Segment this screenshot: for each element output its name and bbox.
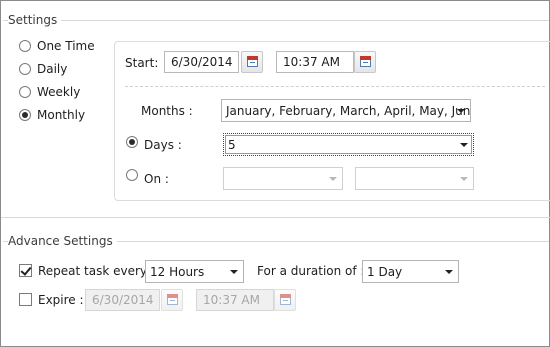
expire-time-picker-button[interactable] (274, 289, 296, 311)
chevron-down-icon (329, 177, 337, 181)
months-dropdown-value: January, February, March, April, May, Ju… (226, 104, 471, 118)
chevron-down-icon (445, 270, 453, 274)
radio-one-time[interactable] (19, 40, 31, 52)
repeat-interval-dropdown[interactable]: 12 Hours (145, 260, 244, 283)
radio-daily[interactable] (19, 63, 31, 75)
duration-label: For a duration of : (257, 264, 365, 278)
chevron-down-icon (457, 109, 465, 113)
scheduler-dialog: Settings One Time Daily Weekly Monthly S… (0, 0, 550, 347)
section-divider (1, 217, 550, 218)
on-week-dropdown[interactable] (223, 167, 343, 190)
radio-on[interactable] (126, 169, 138, 181)
advance-group-title: Advance Settings (8, 234, 117, 248)
chevron-down-icon (460, 177, 468, 181)
days-label: Days : (144, 138, 182, 152)
radio-monthly-label: Monthly (37, 108, 86, 122)
start-date-field[interactable]: 6/30/2014 (164, 51, 239, 73)
radio-weekly[interactable] (19, 86, 31, 98)
calendar-icon (247, 56, 258, 67)
start-date-picker-button[interactable] (241, 51, 263, 73)
duration-dropdown[interactable]: 1 Day (362, 260, 459, 283)
days-dropdown-value: 5 (228, 138, 236, 152)
expire-date-field[interactable]: 6/30/2014 (85, 289, 160, 311)
repeat-label: Repeat task every : (38, 264, 155, 278)
radio-monthly[interactable] (19, 109, 31, 121)
expire-label: Expire : (38, 293, 84, 307)
months-label: Months : (141, 104, 193, 118)
on-day-dropdown[interactable] (355, 167, 474, 190)
chevron-down-icon (230, 270, 238, 274)
duration-value: 1 Day (367, 265, 403, 279)
expire-checkbox[interactable] (19, 293, 32, 306)
calendar-icon (280, 294, 291, 305)
start-time-picker-button[interactable] (354, 51, 376, 73)
radio-daily-label: Daily (37, 62, 68, 76)
calendar-icon (167, 294, 178, 305)
settings-group-title: Settings (8, 13, 62, 27)
radio-one-time-label: One Time (37, 39, 95, 53)
start-time-field[interactable]: 10:37 AM (276, 51, 354, 73)
days-dropdown[interactable]: 5 (223, 133, 474, 156)
repeat-interval-value: 12 Hours (150, 265, 205, 279)
radio-weekly-label: Weekly (37, 85, 81, 99)
chevron-down-icon (460, 143, 468, 147)
expire-date-picker-button[interactable] (161, 289, 183, 311)
repeat-checkbox[interactable] (19, 264, 32, 277)
start-label: Start: (125, 56, 159, 70)
expire-time-field[interactable]: 10:37 AM (196, 289, 274, 311)
radio-days[interactable] (126, 136, 138, 148)
settings-group-border (3, 20, 549, 21)
on-label: On : (144, 172, 169, 186)
calendar-icon (360, 56, 371, 67)
months-dropdown[interactable]: January, February, March, April, May, Ju… (221, 99, 471, 122)
panel-divider (125, 86, 545, 87)
